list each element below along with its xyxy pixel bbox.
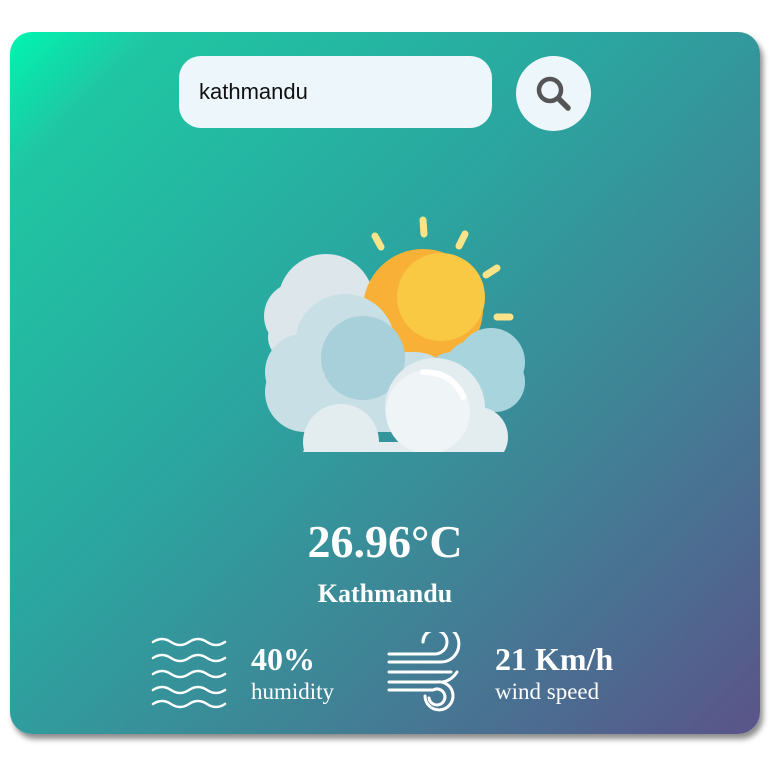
- search-button[interactable]: [516, 56, 591, 131]
- wind-label: wind speed: [495, 679, 600, 704]
- city-search-input[interactable]: [179, 56, 492, 128]
- wind-icon: [387, 632, 461, 712]
- temperature: 26.96°C: [307, 516, 463, 567]
- partly-cloudy-sun-icon: [264, 216, 525, 452]
- search-icon: [536, 76, 571, 111]
- wind-value: 21 Km/h: [495, 641, 614, 677]
- weather-card: 26.96°C Kathmandu 40% humidity: [10, 32, 760, 734]
- wind-text: 21 Km/h wind speed: [495, 640, 613, 706]
- humidity-waves-icon: [151, 637, 227, 709]
- city-name: Kathmandu: [317, 579, 453, 608]
- humidity-value: 40%: [251, 641, 315, 677]
- humidity-label: humidity: [251, 679, 335, 704]
- humidity-text: 40% humidity: [251, 640, 334, 706]
